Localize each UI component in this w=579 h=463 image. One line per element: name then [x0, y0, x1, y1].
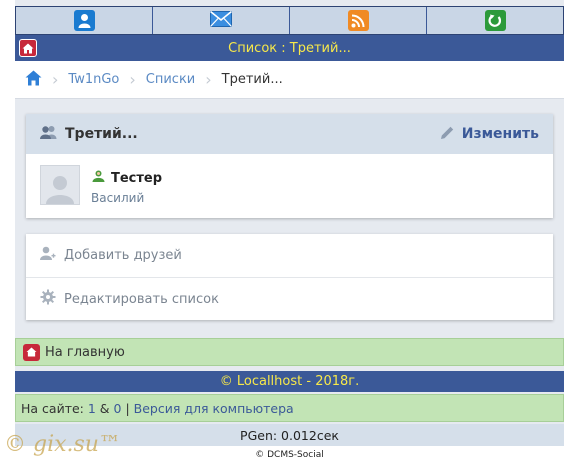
- pgen-text: PGen: 0.012сек: [240, 427, 339, 443]
- add-user-icon: [40, 246, 56, 265]
- refresh-icon: [484, 10, 506, 31]
- breadcrumb-current: Третий...: [221, 72, 283, 87]
- house-icon: [23, 343, 40, 361]
- member-realname: Василий: [91, 191, 145, 205]
- engine-credit: © DCMS-Social: [15, 446, 564, 463]
- list-card: Третий... Изменить Тестер Василий: [26, 114, 553, 218]
- copyright-text: © Locallhost - 2018г.: [219, 374, 360, 389]
- nav-rss-button[interactable]: [290, 7, 427, 34]
- home-link-bar[interactable]: На главную: [15, 338, 564, 366]
- online-guests-link[interactable]: 0: [114, 401, 122, 416]
- add-friends-label: Добавить друзей: [64, 248, 182, 263]
- mail-icon: [209, 10, 233, 31]
- member-username-text: Тестер: [111, 170, 163, 186]
- breadcrumb-item-lists[interactable]: Списки: [146, 72, 195, 87]
- house-icon: [22, 43, 34, 53]
- breadcrumb-item-user[interactable]: Tw1nGo: [68, 72, 119, 87]
- breadcrumb: › Tw1nGo › Списки › Третий...: [15, 61, 564, 99]
- chevron-right-icon: ›: [129, 70, 136, 89]
- page-title: Список : Третий...: [228, 40, 351, 56]
- chevron-right-icon: ›: [205, 70, 212, 89]
- online-users-link[interactable]: 1: [88, 401, 96, 416]
- home-icon-button[interactable]: [19, 39, 37, 57]
- list-actions: Добавить друзей Редактировать список: [26, 234, 553, 320]
- add-friends-button[interactable]: Добавить друзей: [26, 234, 553, 277]
- online-prefix: На сайте:: [21, 400, 88, 416]
- list-member-row[interactable]: Тестер Василий: [26, 154, 553, 218]
- user-status-icon: [92, 170, 105, 186]
- online-amp: &: [95, 400, 114, 416]
- edit-list-button[interactable]: Изменить: [440, 125, 539, 144]
- copyright-bar: © Locallhost - 2018г.: [15, 371, 564, 392]
- list-card-header: Третий... Изменить: [26, 114, 553, 154]
- edit-list-label: Изменить: [461, 126, 539, 142]
- home-icon[interactable]: [25, 70, 42, 90]
- desktop-version-link[interactable]: Версия для компьютера: [134, 401, 294, 416]
- page-frame: Список : Третий... › Tw1nGo › Списки › Т…: [15, 0, 564, 463]
- top-nav: [15, 6, 564, 35]
- page-generation-bar: PGen: 0.012сек: [15, 424, 564, 446]
- home-link-label: На главную: [45, 344, 125, 360]
- rss-icon: [347, 10, 369, 31]
- list-name: Третий...: [65, 126, 138, 142]
- edit-list-action-label: Редактировать список: [64, 291, 219, 307]
- users-icon: [40, 125, 57, 143]
- online-status-bar: На сайте: 1 & 0 | Версия для компьютера: [15, 394, 564, 422]
- online-separator: |: [121, 400, 134, 416]
- title-bar: Список : Третий...: [15, 35, 564, 61]
- member-username[interactable]: Тестер: [92, 170, 162, 186]
- edit-list-action-button[interactable]: Редактировать список: [26, 277, 553, 320]
- nav-profile-button[interactable]: [16, 7, 153, 34]
- pencil-icon: [440, 125, 455, 144]
- nav-mail-button[interactable]: [153, 7, 290, 34]
- gear-icon: [40, 289, 56, 309]
- engine-link[interactable]: © DCMS-Social: [255, 450, 323, 460]
- chevron-right-icon: ›: [52, 70, 59, 89]
- user-icon: [73, 10, 95, 31]
- avatar[interactable]: [40, 165, 80, 205]
- nav-refresh-button[interactable]: [427, 7, 563, 34]
